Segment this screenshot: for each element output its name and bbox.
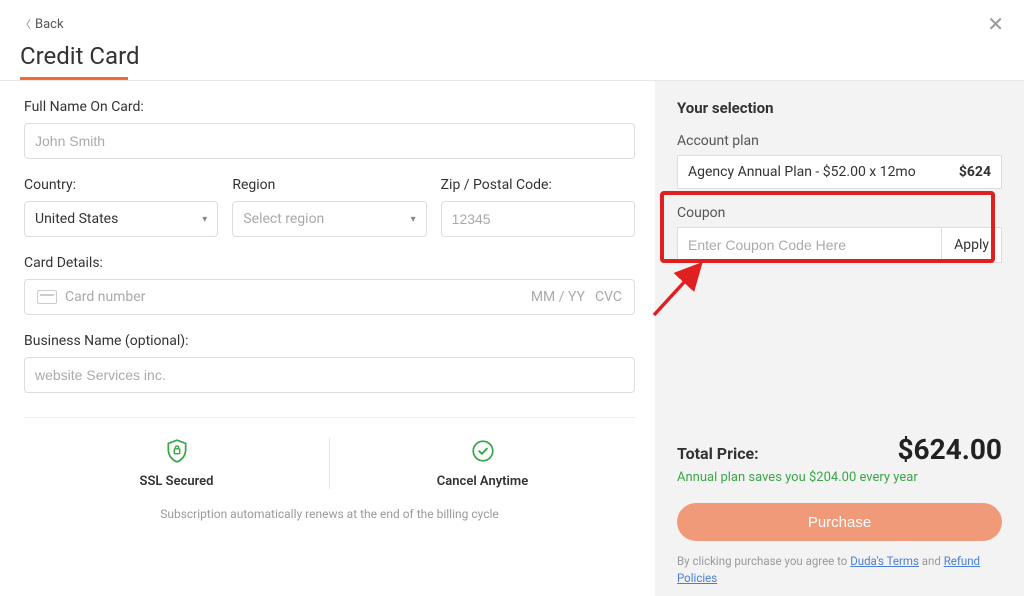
shield-icon	[164, 438, 190, 464]
region-select[interactable]: Select region ▾	[232, 201, 426, 237]
chevron-down-icon: ▾	[411, 214, 416, 225]
full-name-label: Full Name On Card:	[24, 99, 635, 115]
region-placeholder: Select region	[243, 211, 324, 227]
card-icon	[37, 290, 57, 304]
full-name-input[interactable]	[24, 123, 635, 159]
card-details-label: Card Details:	[24, 255, 635, 271]
business-label: Business Name (optional):	[24, 333, 635, 349]
country-value: United States	[35, 211, 118, 227]
agree-text: By clicking purchase you agree to Duda's…	[677, 553, 1002, 588]
zip-label: Zip / Postal Code:	[441, 177, 635, 193]
form-divider	[24, 417, 635, 418]
coupon-label: Coupon	[677, 205, 1002, 221]
page-title: Credit Card	[20, 42, 1004, 80]
plan-price: $624	[959, 164, 991, 180]
purchase-button[interactable]: Purchase	[677, 503, 1002, 541]
total-price-amount: $624.00	[897, 433, 1002, 466]
savings-text: Annual plan saves you $204.00 every year	[677, 470, 1002, 485]
account-plan-label: Account plan	[677, 133, 1002, 149]
business-input[interactable]	[24, 357, 635, 393]
apply-button[interactable]: Apply	[941, 228, 1001, 262]
back-label: Back	[35, 17, 64, 32]
coupon-input[interactable]	[678, 228, 941, 262]
country-label: Country:	[24, 177, 218, 193]
zip-input[interactable]	[441, 201, 635, 237]
check-circle-icon	[470, 438, 496, 464]
annotation-arrow-icon	[650, 259, 710, 319]
plan-text: Agency Annual Plan - $52.00 x 12mo	[688, 164, 916, 180]
plan-summary-box: Agency Annual Plan - $52.00 x 12mo $624	[677, 155, 1002, 189]
ssl-secured-text: SSL Secured	[140, 474, 214, 489]
cancel-anytime-text: Cancel Anytime	[437, 474, 528, 489]
country-select[interactable]: United States ▾	[24, 201, 218, 237]
region-label: Region	[232, 177, 426, 193]
subscription-note: Subscription automatically renews at the…	[24, 507, 635, 521]
back-button[interactable]: 〈 Back	[20, 16, 64, 32]
card-cvc-placeholder: CVC	[595, 289, 622, 305]
your-selection-heading: Your selection	[677, 99, 1002, 117]
card-input-row[interactable]: Card number MM / YY CVC	[24, 279, 635, 315]
total-price-label: Total Price:	[677, 444, 759, 463]
chevron-down-icon: ▾	[202, 214, 207, 225]
agree-mid: and	[919, 554, 944, 568]
chevron-left-icon: 〈	[20, 16, 31, 32]
terms-link[interactable]: Duda's Terms	[850, 554, 919, 568]
card-expiry-placeholder: MM / YY	[531, 289, 585, 305]
close-icon[interactable]: ✕	[987, 12, 1004, 36]
agree-prefix: By clicking purchase you agree to	[677, 554, 850, 568]
card-number-placeholder: Card number	[65, 289, 145, 305]
